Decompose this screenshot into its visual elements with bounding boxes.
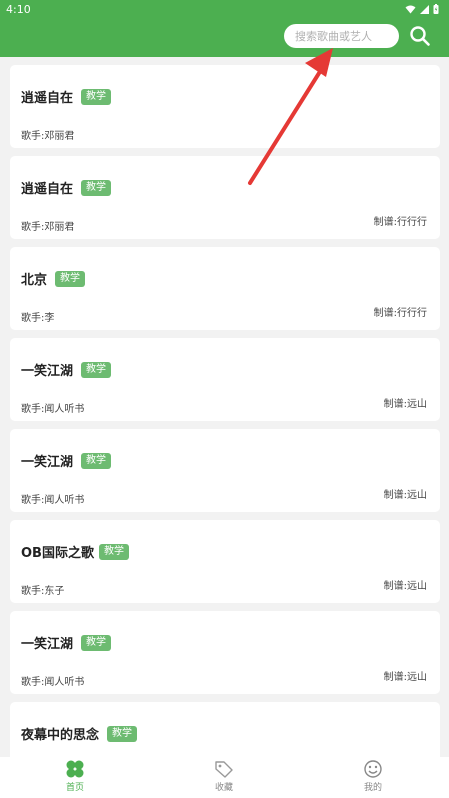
tab-label: 首页 xyxy=(65,783,84,793)
song-card[interactable]: OB国际之歌 教学 歌手:东子 制谱:远山 xyxy=(10,520,440,603)
song-tag: 教学 xyxy=(55,271,85,287)
song-card[interactable]: 逍遥自在 教学 歌手:邓丽君 xyxy=(10,65,440,148)
song-card[interactable]: 夜幕中的思念 教学 xyxy=(10,702,440,757)
song-singer: 歌手:闻人听书 xyxy=(21,404,85,415)
search-row: 搜索歌曲或艺人 xyxy=(0,24,449,50)
song-tag: 教学 xyxy=(81,453,111,469)
song-tag: 教学 xyxy=(81,362,111,378)
clover-icon xyxy=(66,760,84,778)
search-icon[interactable] xyxy=(409,24,431,48)
song-singer: 歌手:东子 xyxy=(21,586,65,597)
song-list: 逍遥自在 教学 歌手:邓丽君 逍遥自在 教学 歌手:邓丽君 制谱:行行行 北京 … xyxy=(0,57,449,757)
song-card[interactable]: 北京 教学 歌手:李 制谱:行行行 xyxy=(10,247,440,330)
song-tag: 教学 xyxy=(99,544,129,560)
song-title: OB国际之歌 xyxy=(21,546,94,561)
song-title: 北京 xyxy=(21,273,48,288)
tab-label: 我的 xyxy=(363,783,382,793)
tab-home[interactable]: 首页 xyxy=(45,760,105,793)
song-title: 一笑江湖 xyxy=(21,364,74,379)
bottom-tab-bar: 首页 收藏 我的 xyxy=(0,757,449,798)
wifi-icon xyxy=(405,5,416,13)
song-maker: 制谱:行行行 xyxy=(373,308,427,319)
song-card[interactable]: 逍遥自在 教学 歌手:邓丽君 制谱:行行行 xyxy=(10,156,440,239)
song-singer: 歌手:李 xyxy=(21,313,55,324)
smiley-icon xyxy=(364,760,382,778)
tab-favorites[interactable]: 收藏 xyxy=(194,760,254,793)
app-header: 4:10 搜索歌曲或艺人 xyxy=(0,0,449,57)
battery-icon xyxy=(433,4,439,14)
song-singer: 歌手:闻人听书 xyxy=(21,495,85,506)
song-singer: 歌手:邓丽君 xyxy=(21,131,75,142)
song-title: 一笑江湖 xyxy=(21,637,74,652)
search-input[interactable]: 搜索歌曲或艺人 xyxy=(284,24,399,48)
tag-icon xyxy=(215,761,233,778)
song-card[interactable]: 一笑江湖 教学 歌手:闻人听书 制谱:远山 xyxy=(10,611,440,694)
song-maker: 制谱:远山 xyxy=(383,672,427,683)
song-title: 夜幕中的思念 xyxy=(21,728,100,743)
status-icons xyxy=(405,4,439,14)
song-card[interactable]: 一笑江湖 教学 歌手:闻人听书 制谱:远山 xyxy=(10,338,440,421)
song-title: 一笑江湖 xyxy=(21,455,74,470)
signal-icon xyxy=(420,4,429,14)
tab-mine[interactable]: 我的 xyxy=(343,760,403,793)
song-maker: 制谱:远山 xyxy=(383,581,427,592)
song-tag: 教学 xyxy=(107,726,137,742)
tab-label: 收藏 xyxy=(214,783,233,793)
song-maker: 制谱:远山 xyxy=(383,490,427,501)
status-bar: 4:10 xyxy=(0,0,449,18)
song-maker: 制谱:行行行 xyxy=(373,217,427,228)
song-maker: 制谱:远山 xyxy=(383,399,427,410)
song-tag: 教学 xyxy=(81,180,111,196)
song-card[interactable]: 一笑江湖 教学 歌手:闻人听书 制谱:远山 xyxy=(10,429,440,512)
status-time: 4:10 xyxy=(6,2,31,16)
song-title: 逍遥自在 xyxy=(21,91,74,106)
song-singer: 歌手:邓丽君 xyxy=(21,222,75,233)
song-tag: 教学 xyxy=(81,635,111,651)
song-singer: 歌手:闻人听书 xyxy=(21,677,85,688)
song-tag: 教学 xyxy=(81,89,111,105)
song-title: 逍遥自在 xyxy=(21,182,74,197)
